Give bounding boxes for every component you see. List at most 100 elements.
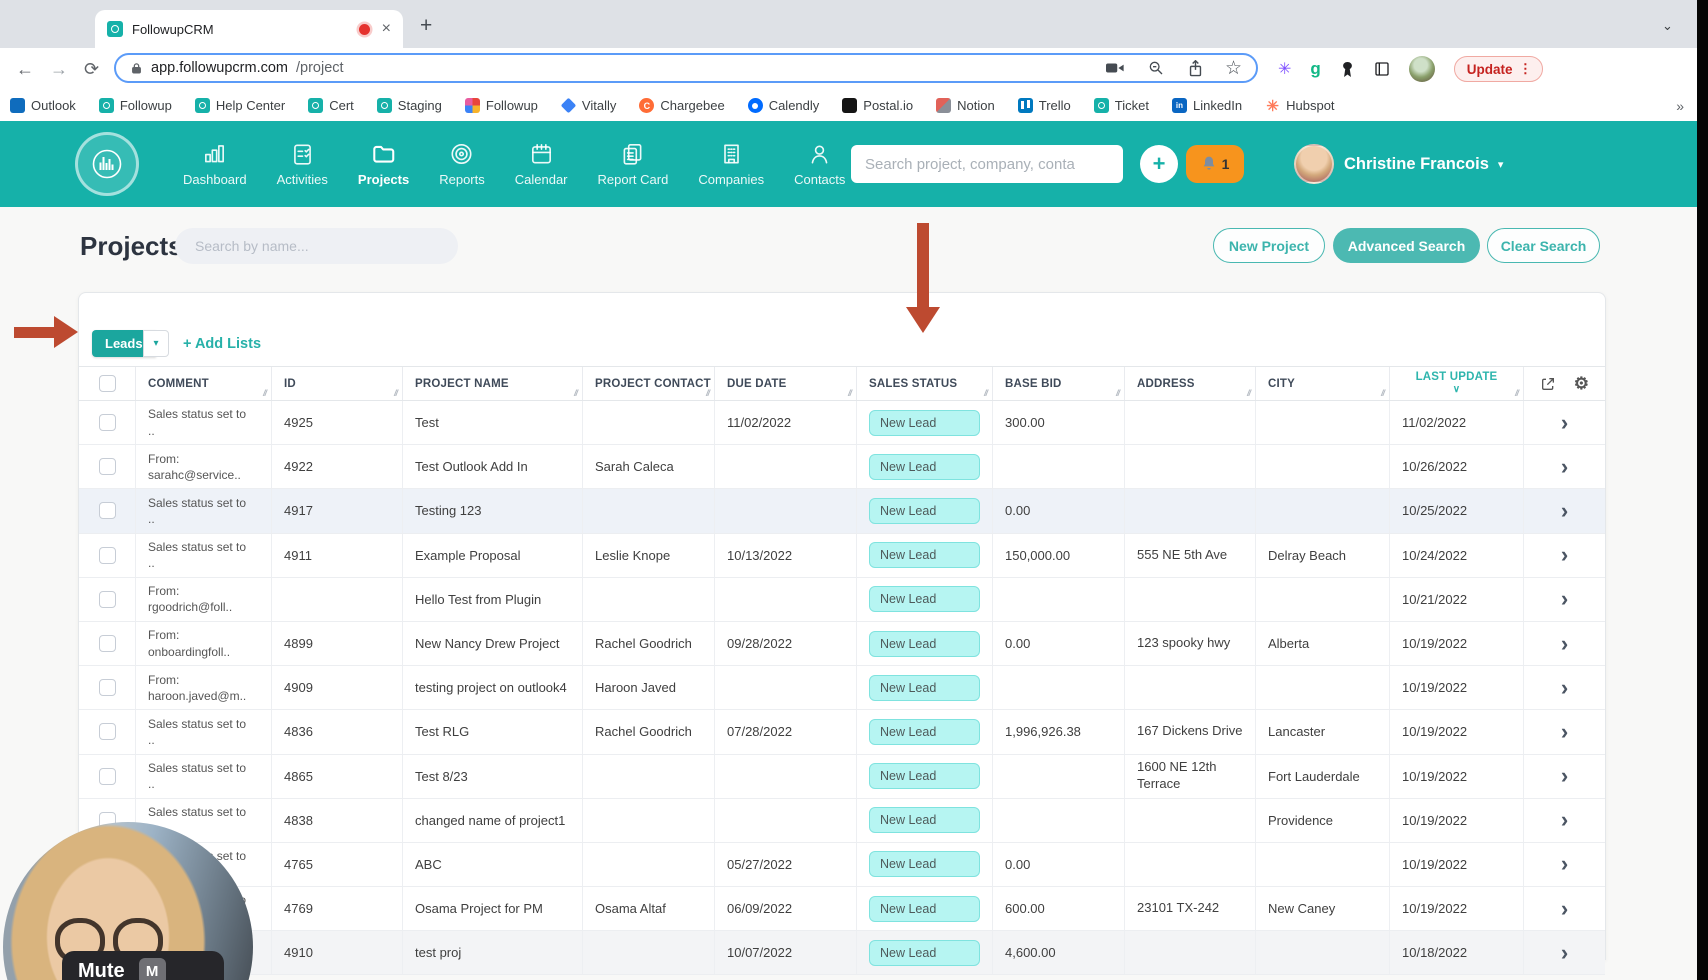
column-resize-icon[interactable]: // xyxy=(706,388,709,398)
new-project-button[interactable]: New Project xyxy=(1213,228,1325,263)
user-avatar[interactable] xyxy=(1294,144,1334,184)
column-header-city[interactable]: CITY// xyxy=(1255,367,1389,400)
row-checkbox[interactable] xyxy=(99,723,116,740)
column-resize-icon[interactable]: // xyxy=(574,388,577,398)
list-selector-caret-icon[interactable]: ▾ xyxy=(143,330,169,357)
table-row[interactable]: Sales status set to ..4769Osama Project … xyxy=(79,887,1605,931)
open-row-chevron-icon[interactable]: › xyxy=(1561,544,1568,566)
open-row-chevron-icon[interactable]: › xyxy=(1561,853,1568,875)
column-resize-icon[interactable]: // xyxy=(1515,389,1518,398)
sales-status-badge[interactable]: New Lead xyxy=(869,410,980,436)
nav-item-report-card[interactable]: Report Card xyxy=(583,121,684,207)
bookmark-postal-io[interactable]: Postal.io xyxy=(842,98,913,113)
table-row[interactable]: Sales status set to ..4765ABC05/27/2022N… xyxy=(79,843,1605,887)
bookmark-hubspot[interactable]: ✳Hubspot xyxy=(1265,98,1334,113)
column-resize-icon[interactable]: // xyxy=(1381,388,1384,398)
clear-search-button[interactable]: Clear Search xyxy=(1487,228,1600,263)
advanced-search-button[interactable]: Advanced Search xyxy=(1333,228,1480,263)
column-header-project-contact[interactable]: PROJECT CONTACT// xyxy=(582,367,714,400)
nav-item-contacts[interactable]: Contacts xyxy=(779,121,860,207)
column-resize-icon[interactable]: // xyxy=(1116,388,1119,398)
bookmarks-overflow-icon[interactable]: » xyxy=(1676,98,1684,114)
column-header-sales-status[interactable]: SALES STATUS// xyxy=(856,367,992,400)
bookmark-trello[interactable]: Trello xyxy=(1018,98,1071,113)
sales-status-badge[interactable]: New Lead xyxy=(869,763,980,789)
bookmark-chargebee[interactable]: CChargebee xyxy=(639,98,724,113)
bookmark-linkedin[interactable]: inLinkedIn xyxy=(1172,98,1242,113)
notifications-button[interactable]: 1 xyxy=(1186,145,1244,183)
back-button[interactable]: ← xyxy=(16,59,34,80)
sales-status-badge[interactable]: New Lead xyxy=(869,542,980,568)
table-row[interactable]: From: rgoodrich@foll..Hello Test from Pl… xyxy=(79,578,1605,622)
row-checkbox[interactable] xyxy=(99,768,116,785)
sales-status-badge[interactable]: New Lead xyxy=(869,631,980,657)
row-checkbox[interactable] xyxy=(99,502,116,519)
column-resize-icon[interactable]: // xyxy=(263,388,266,398)
open-row-chevron-icon[interactable]: › xyxy=(1561,412,1568,434)
grammarly-extension-icon[interactable]: g xyxy=(1310,59,1320,79)
sales-status-badge[interactable]: New Lead xyxy=(869,940,980,966)
tab-search-chevron-icon[interactable]: ⌄ xyxy=(1662,18,1673,34)
bookmark-vitally[interactable]: Vitally xyxy=(561,98,616,113)
column-header-last-update[interactable]: LAST UPDATE∨// xyxy=(1389,367,1523,400)
nav-item-companies[interactable]: Companies xyxy=(683,121,779,207)
user-menu[interactable]: Christine Francois ▾ xyxy=(1344,121,1503,207)
column-header-due-date[interactable]: DUE DATE// xyxy=(714,367,856,400)
bookmark-help-center[interactable]: Help Center xyxy=(195,98,285,113)
open-row-chevron-icon[interactable]: › xyxy=(1561,588,1568,610)
row-checkbox[interactable] xyxy=(99,458,116,475)
open-row-chevron-icon[interactable]: › xyxy=(1561,942,1568,964)
column-resize-icon[interactable]: // xyxy=(394,388,397,398)
open-row-chevron-icon[interactable]: › xyxy=(1561,809,1568,831)
sales-status-badge[interactable]: New Lead xyxy=(869,498,980,524)
row-checkbox[interactable] xyxy=(99,635,116,652)
column-header-id[interactable]: ID// xyxy=(271,367,402,400)
table-row[interactable]: From: haroon.javed@m..4909testing projec… xyxy=(79,666,1605,710)
open-row-chevron-icon[interactable]: › xyxy=(1561,677,1568,699)
bookmark-calendly[interactable]: Calendly xyxy=(748,98,820,113)
row-checkbox[interactable] xyxy=(99,547,116,564)
global-search-input[interactable] xyxy=(851,145,1123,183)
browser-tab[interactable]: FollowupCRM × xyxy=(95,10,403,48)
table-row[interactable]: 4910test proj10/07/2022New Lead4,600.001… xyxy=(79,931,1605,975)
bookmark-followup[interactable]: Followup xyxy=(99,98,172,113)
bookmark-star-icon[interactable]: ☆ xyxy=(1225,57,1242,80)
nav-item-projects[interactable]: Projects xyxy=(343,121,424,207)
column-resize-icon[interactable]: // xyxy=(1247,388,1250,398)
bookmark-ticket[interactable]: Ticket xyxy=(1094,98,1149,113)
table-row[interactable]: Sales status set to ..4865Test 8/23New L… xyxy=(79,755,1605,799)
row-checkbox[interactable] xyxy=(99,414,116,431)
sales-status-badge[interactable]: New Lead xyxy=(869,675,980,701)
column-resize-icon[interactable]: // xyxy=(984,388,987,398)
sales-status-badge[interactable]: New Lead xyxy=(869,719,980,745)
export-icon[interactable] xyxy=(1540,376,1556,392)
table-row[interactable]: Sales status set to ..4836Test RLGRachel… xyxy=(79,710,1605,754)
row-checkbox[interactable] xyxy=(99,591,116,608)
side-panel-icon[interactable] xyxy=(1374,61,1390,77)
table-row[interactable]: Sales status set to ..4911Example Propos… xyxy=(79,534,1605,578)
gear-icon[interactable]: ⚙ xyxy=(1574,374,1589,394)
chrome-update-button[interactable]: Update ⋮ xyxy=(1454,56,1543,82)
address-bar[interactable]: app.followupcrm.com/project ☆ xyxy=(114,53,1258,83)
forward-button[interactable]: → xyxy=(50,59,68,80)
search-zoom-icon[interactable] xyxy=(1148,60,1164,76)
sales-status-badge[interactable]: New Lead xyxy=(869,896,980,922)
new-tab-button[interactable]: + xyxy=(420,14,432,38)
row-checkbox[interactable] xyxy=(99,679,116,696)
bookmark-outlook[interactable]: Outlook xyxy=(10,98,76,113)
project-search-input[interactable] xyxy=(175,228,458,264)
sales-status-badge[interactable]: New Lead xyxy=(869,454,980,480)
quick-add-button[interactable]: + xyxy=(1140,145,1178,183)
sales-status-badge[interactable]: New Lead xyxy=(869,586,980,612)
column-header-base-bid[interactable]: BASE BID// xyxy=(992,367,1124,400)
sales-status-badge[interactable]: New Lead xyxy=(869,807,980,833)
reload-button[interactable]: ⟳ xyxy=(84,59,99,80)
bookmark-cert[interactable]: Cert xyxy=(308,98,354,113)
kebab-menu-icon[interactable]: ⋮ xyxy=(1519,61,1533,77)
share-icon[interactable] xyxy=(1188,60,1203,77)
mute-button[interactable]: Mute M xyxy=(62,951,224,980)
open-row-chevron-icon[interactable]: › xyxy=(1561,721,1568,743)
bookmark-staging[interactable]: Staging xyxy=(377,98,442,113)
extension-asterisk-icon[interactable]: ✳ xyxy=(1278,59,1291,79)
column-header-address[interactable]: ADDRESS// xyxy=(1124,367,1255,400)
